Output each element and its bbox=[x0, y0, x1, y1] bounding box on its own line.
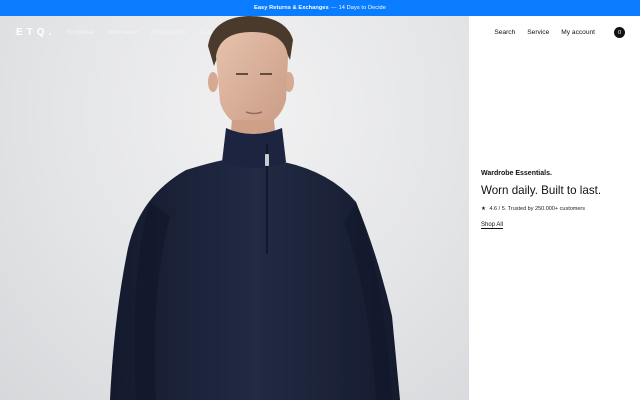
nav-sale[interactable]: Sale bbox=[199, 29, 212, 36]
announcement-text: 14 Days to Decide bbox=[338, 5, 386, 11]
announcement-separator: — bbox=[330, 5, 337, 11]
cart-count: 0 bbox=[617, 29, 622, 36]
model-illustration bbox=[110, 16, 400, 400]
nav-service[interactable]: Service bbox=[527, 29, 549, 36]
rating-text: 4.6 / 5. Trusted by 250.000+ customers bbox=[489, 206, 586, 212]
logo[interactable]: ETQ. bbox=[16, 27, 55, 38]
shop-all-link[interactable]: Shop All bbox=[481, 222, 503, 228]
nav-accessories[interactable]: Accessories bbox=[151, 29, 187, 36]
hero-image bbox=[0, 16, 469, 400]
announcement-bar[interactable]: Easy Returns & Exchanges — 14 Days to De… bbox=[0, 0, 640, 16]
announcement-bold: Easy Returns & Exchanges bbox=[254, 5, 329, 11]
nav-search[interactable]: Search bbox=[494, 29, 515, 36]
nav-footwear[interactable]: Footwear bbox=[67, 29, 95, 36]
primary-nav: Footwear Menswear Accessories Sale bbox=[67, 29, 213, 36]
utility-nav: Search Service My account bbox=[494, 29, 595, 36]
nav-menswear[interactable]: Menswear bbox=[108, 29, 138, 36]
cart-button[interactable]: 0 bbox=[614, 27, 625, 38]
hero-headline: Worn daily. Built to last. bbox=[481, 184, 602, 197]
rating: ★ 4.6 / 5. Trusted by 250.000+ customers bbox=[481, 206, 585, 212]
hero-eyebrow: Wardrobe Essentials. bbox=[481, 170, 552, 177]
nav-my-account[interactable]: My account bbox=[561, 29, 595, 36]
star-icon: ★ bbox=[481, 206, 486, 212]
